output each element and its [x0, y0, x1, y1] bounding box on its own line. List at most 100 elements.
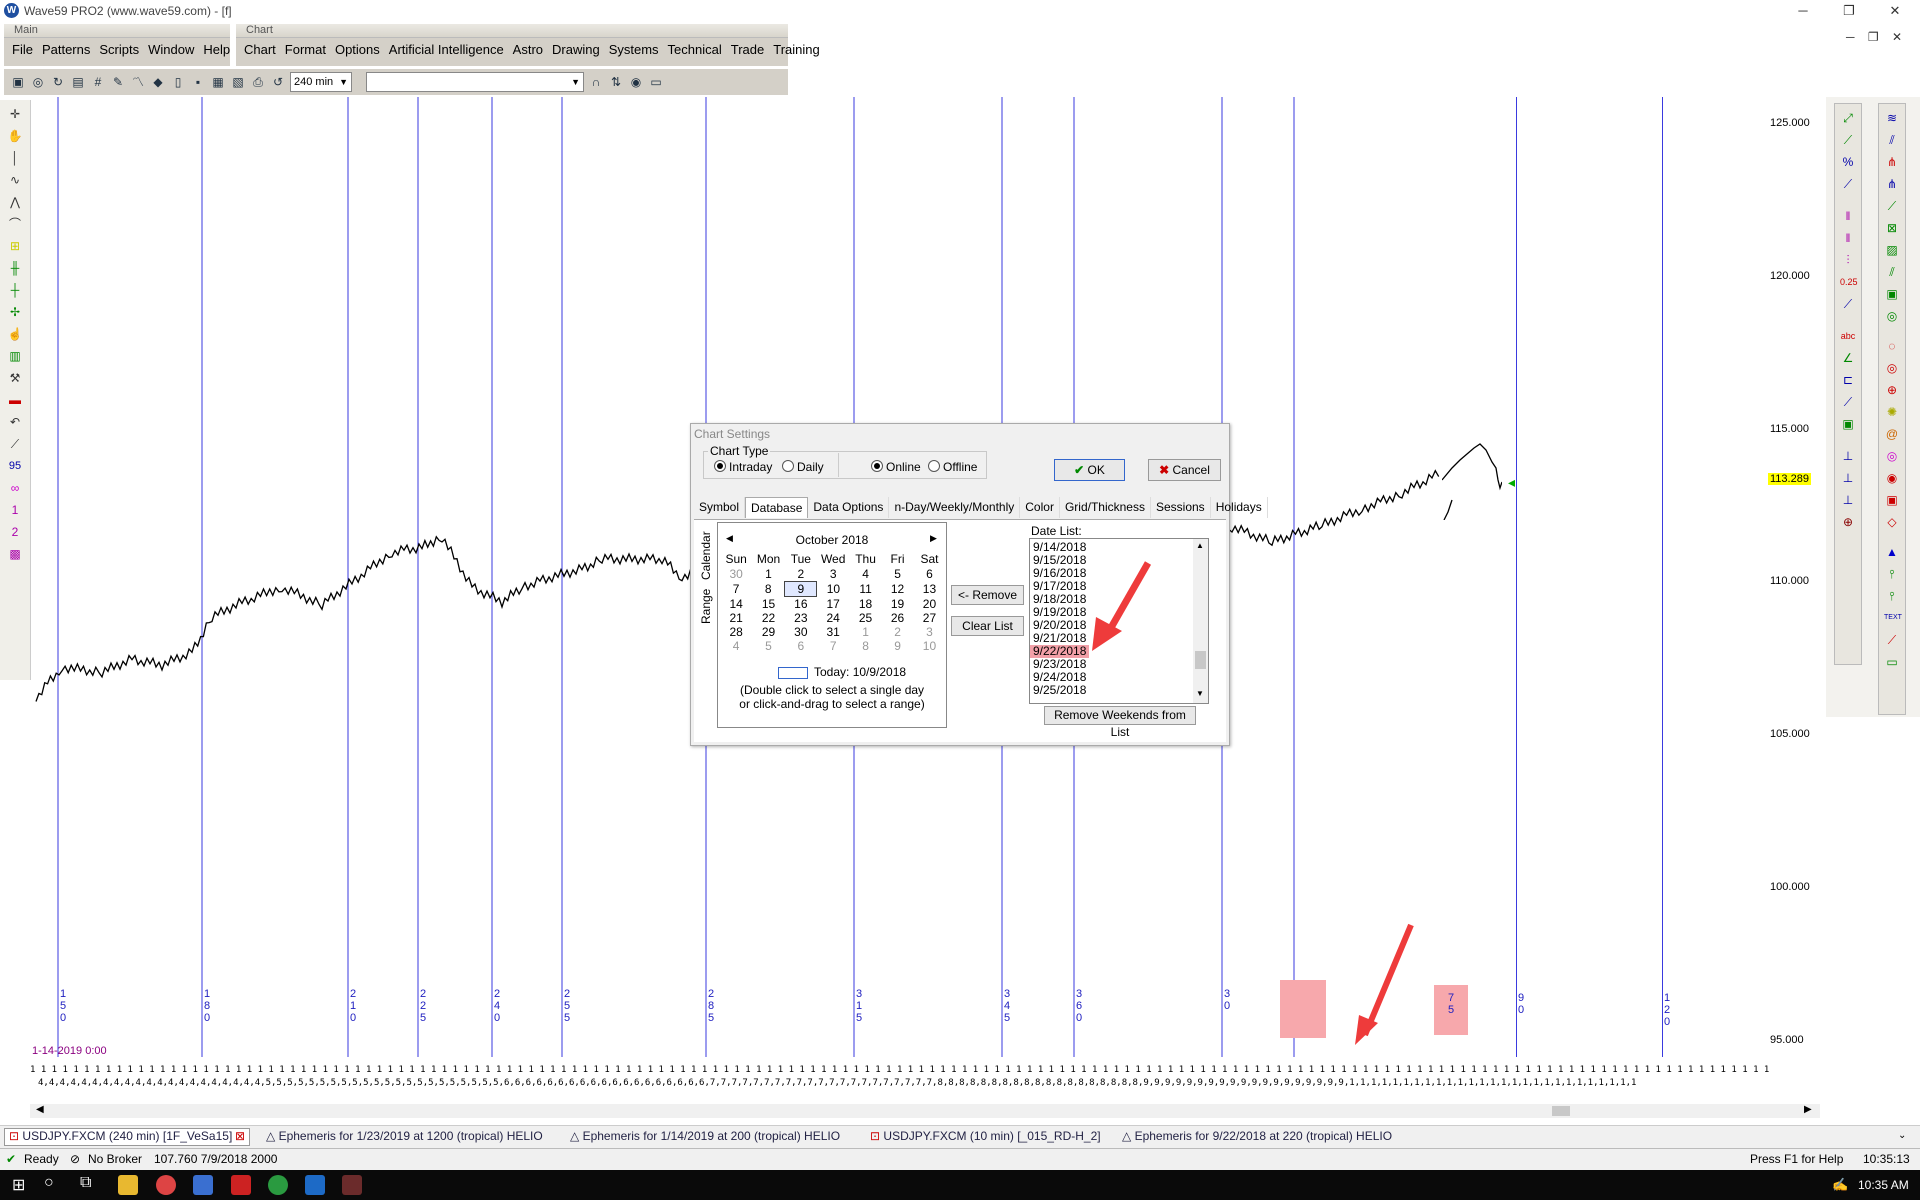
menu-training[interactable]: Training	[773, 42, 819, 57]
ok-button[interactable]: ✔ OK	[1054, 459, 1125, 481]
calendar-day[interactable]: 10	[817, 582, 850, 597]
file-explorer-icon[interactable]	[118, 1175, 138, 1195]
tabs-scroll-icon[interactable]: ⌄	[1898, 1130, 1906, 1141]
time-bars-icon[interactable]: ‖	[1840, 208, 1856, 224]
next-month-icon[interactable]: ▶	[930, 533, 937, 544]
scroll-right-icon[interactable]: ▶	[1804, 1104, 1812, 1115]
open-icon[interactable]: ▯	[170, 74, 186, 90]
gann-box-icon[interactable]: ⊠	[1884, 220, 1900, 236]
template-icon[interactable]: ▦	[210, 74, 226, 90]
outlook-icon[interactable]	[305, 1175, 325, 1195]
calendar-day[interactable]: 4	[720, 639, 752, 653]
pointer-icon[interactable]: ☝	[7, 326, 23, 342]
doc-tab[interactable]: △ Ephemeris for 1/23/2019 at 1200 (tropi…	[266, 1129, 543, 1143]
fan-icon[interactable]: ⟋	[1840, 394, 1856, 410]
calendar-day[interactable]: 19	[882, 597, 914, 612]
eye-icon[interactable]: ◉	[628, 74, 644, 90]
calendar-day[interactable]: 3	[913, 625, 945, 639]
circle-cross-icon[interactable]: ⊕	[1884, 382, 1900, 398]
scroll-down-icon[interactable]: ▼	[1196, 689, 1204, 698]
angle-icon[interactable]: ∠	[1840, 350, 1856, 366]
ratio-icon[interactable]: 0.25	[1840, 274, 1858, 290]
up-down-icon[interactable]: ⇅	[608, 74, 624, 90]
scroll-thumb[interactable]	[1552, 1106, 1570, 1116]
target-icon[interactable]: ⊕	[1840, 514, 1856, 530]
calendar-day[interactable]: 23	[785, 611, 817, 625]
calendar-day[interactable]: 20	[913, 597, 945, 612]
radio-daily[interactable]: Daily	[782, 460, 824, 474]
remove-button[interactable]: <- Remove	[951, 585, 1024, 605]
pattern-icon[interactable]: ⋀	[7, 194, 23, 210]
calendar-day[interactable]: 7	[817, 639, 850, 653]
radio-intraday[interactable]: Intraday	[714, 460, 772, 474]
rect-icon[interactable]: ▭	[1884, 654, 1900, 670]
spiral2-icon[interactable]: @	[1884, 426, 1900, 442]
measure-tool3-icon[interactable]: ⊥	[1840, 492, 1856, 508]
measure-tool2-icon[interactable]: ⊥	[1840, 470, 1856, 486]
fan-lines-icon[interactable]: ≋	[1884, 110, 1900, 126]
marker-up-icon[interactable]: ▲	[1884, 544, 1900, 560]
signal-icon[interactable]: ◆	[150, 74, 166, 90]
curve-icon[interactable]: ⌒	[7, 216, 23, 232]
sun-icon[interactable]: ✺	[1884, 404, 1900, 420]
vertical-line-icon[interactable]: │	[7, 150, 23, 166]
percent-icon[interactable]: %	[1840, 154, 1856, 170]
trend-tool-icon[interactable]: ⟋	[1840, 132, 1856, 148]
channel-icon[interactable]: ⫽	[1884, 132, 1900, 148]
doc-tab[interactable]: △ Ephemeris for 1/14/2019 at 200 (tropic…	[570, 1129, 840, 1143]
measure-icon[interactable]: ✢	[7, 304, 23, 320]
scroll-up-icon[interactable]: ▲	[1196, 541, 1204, 550]
new-chart-icon[interactable]: ▣	[10, 74, 26, 90]
wrench-icon[interactable]: ⚒	[7, 370, 23, 386]
pitchfork-icon[interactable]: ⋔	[1884, 154, 1900, 170]
tab-symbol[interactable]: Symbol	[694, 497, 746, 518]
task-view-icon[interactable]: ⧉	[80, 1174, 91, 1192]
app-icon[interactable]	[193, 1175, 213, 1195]
calendar-day[interactable]: 2	[882, 625, 914, 639]
gann-fan-icon[interactable]: ⟋	[1884, 198, 1900, 214]
time-line-icon[interactable]: ⟋	[1840, 296, 1856, 312]
cycle-icon[interactable]: ╫	[7, 260, 23, 276]
spiral-icon[interactable]: ◎	[1884, 308, 1900, 324]
calendar-day[interactable]: 21	[720, 611, 752, 625]
tab-nday-weekly-monthly[interactable]: n-Day/Weekly/Monthly	[889, 497, 1021, 518]
calendar-day[interactable]: 5	[752, 639, 784, 653]
gann-square-icon[interactable]: ▨	[1884, 242, 1900, 258]
tab-holidays[interactable]: Holidays	[1211, 497, 1268, 518]
date-list-scrollbar[interactable]: ▲ ▼	[1193, 539, 1208, 703]
andrews-icon[interactable]: ⋔	[1884, 176, 1900, 192]
side-tab-calendar[interactable]: Calendar	[697, 528, 713, 582]
minimize-button[interactable]: ─	[1780, 0, 1826, 22]
windows-start-icon[interactable]: ⊞	[12, 1175, 25, 1195]
side-tab-range[interactable]: Range	[697, 584, 713, 628]
calendar-day[interactable]: 6	[913, 567, 945, 582]
menu-drawing[interactable]: Drawing	[552, 42, 600, 57]
menu-trade[interactable]: Trade	[731, 42, 764, 57]
ruler-icon[interactable]: ⟋	[7, 436, 23, 452]
one-icon[interactable]: 1	[7, 502, 23, 518]
line-tool-icon[interactable]: ⟋	[1840, 176, 1856, 192]
box-icon[interactable]: ⊏	[1840, 372, 1856, 388]
app2-icon[interactable]	[231, 1175, 251, 1195]
text-icon[interactable]: TEXT	[1884, 610, 1902, 626]
marker-text-icon[interactable]: ⫯	[1884, 588, 1900, 604]
mdi-minimize-icon[interactable]: ─	[1846, 30, 1855, 44]
calendar-day[interactable]: 25	[849, 611, 881, 625]
calendar-day[interactable]: 1	[849, 625, 881, 639]
menu-window[interactable]: Window	[148, 42, 194, 57]
calendar-day[interactable]: 22	[752, 611, 784, 625]
time-bars3-icon[interactable]: ⫶	[1840, 252, 1856, 268]
symbol-select[interactable]: ▼	[366, 72, 584, 92]
crosshair-icon[interactable]: ✛	[7, 106, 23, 122]
calendar-day[interactable]: 5	[882, 567, 914, 582]
calendar-day[interactable]: 1	[752, 567, 784, 582]
numbers-icon[interactable]: #	[90, 74, 106, 90]
calendar-day[interactable]: 27	[913, 611, 945, 625]
calendar-day[interactable]: 11	[849, 582, 881, 597]
refresh-icon[interactable]: ↻	[50, 74, 66, 90]
remove-weekends-button[interactable]: Remove Weekends from List	[1044, 706, 1196, 739]
chrome2-icon[interactable]	[268, 1175, 288, 1195]
today-label[interactable]: Today: 10/9/2018	[814, 665, 906, 679]
calendar-day[interactable]: 15	[752, 597, 784, 612]
calendar-day[interactable]: 31	[817, 625, 850, 639]
